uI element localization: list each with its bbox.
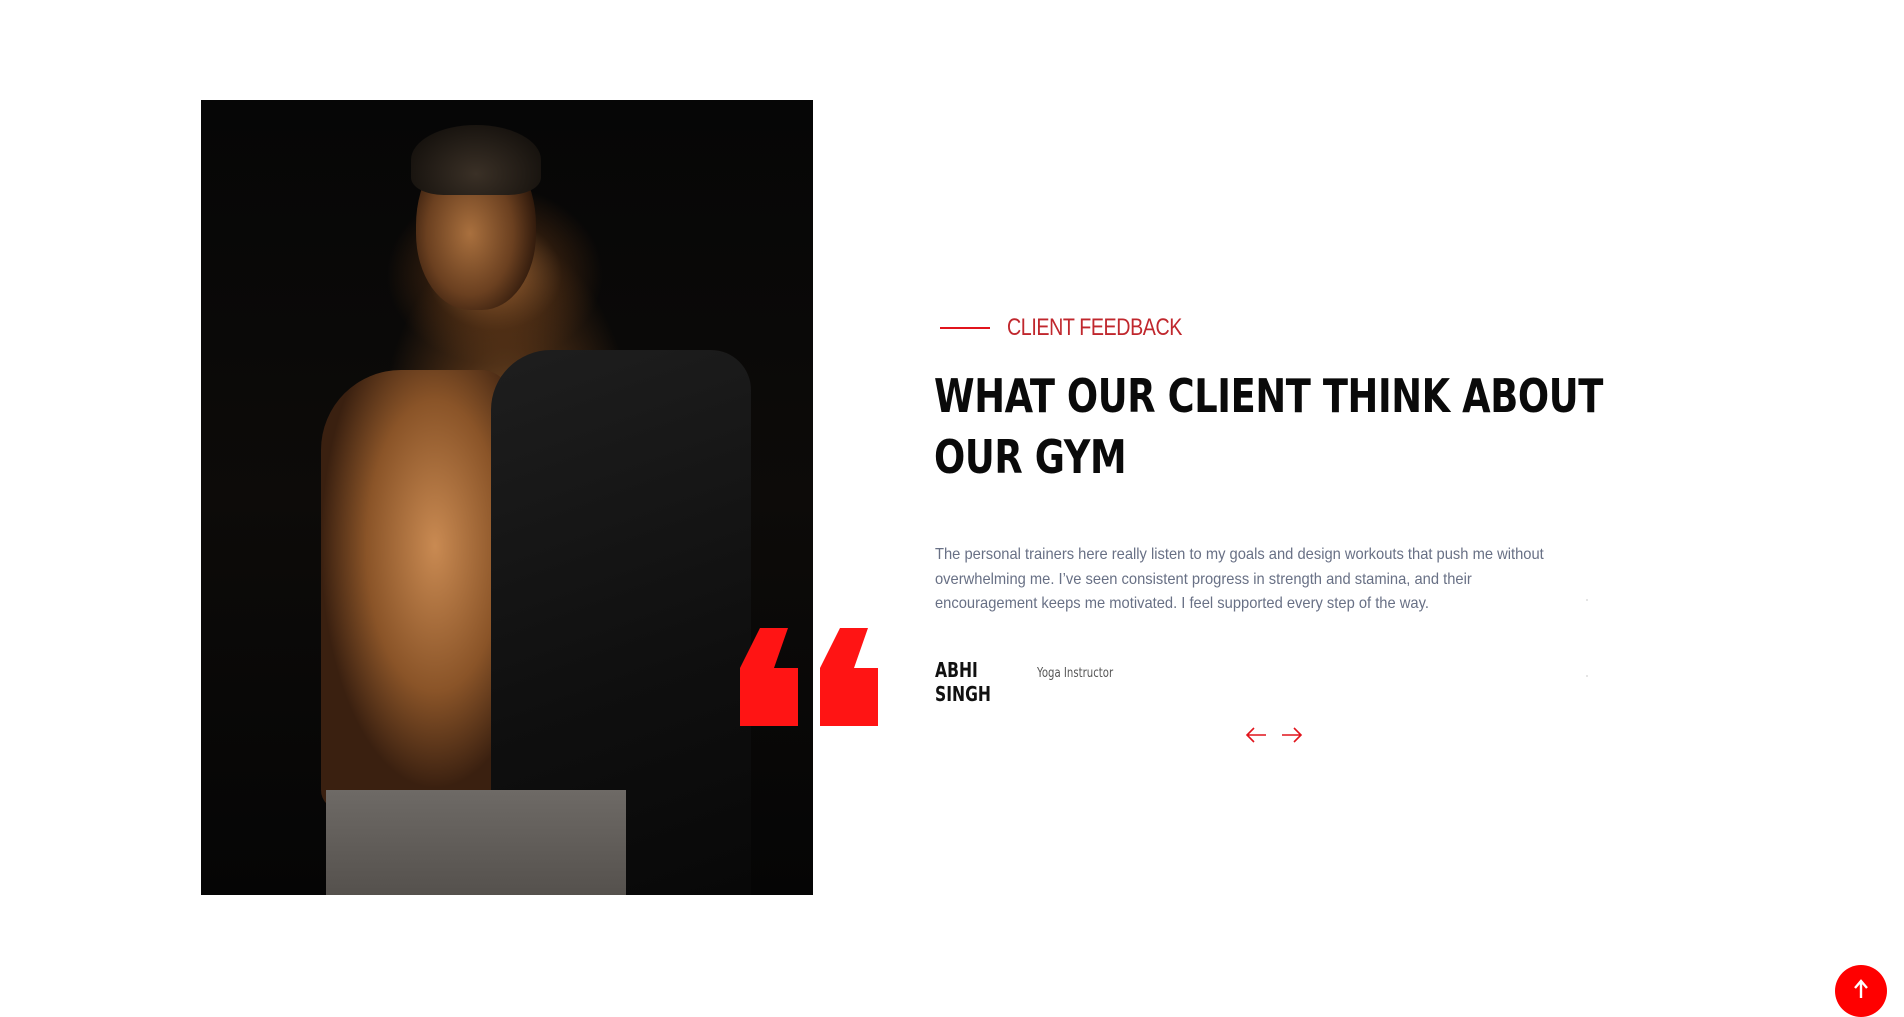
arrow-right-icon xyxy=(1282,727,1303,743)
photo-torso xyxy=(321,370,511,810)
section-heading: WHAT OUR CLIENT THINK ABOUT OUR GYM xyxy=(934,366,1634,488)
next-button[interactable] xyxy=(1281,725,1303,745)
eyebrow-line xyxy=(940,327,990,329)
heading-line-2: OUR GYM xyxy=(934,430,1127,484)
carousel-nav xyxy=(1245,725,1303,745)
prev-button[interactable] xyxy=(1245,725,1267,745)
author-role: Yoga Instructor xyxy=(1037,666,1114,681)
arrow-left-icon xyxy=(1245,727,1266,743)
carousel-dot xyxy=(1586,599,1588,601)
testimonial-text: The personal trainers here really listen… xyxy=(935,546,1544,612)
testimonial-author: ABHI SINGH Yoga Instructor xyxy=(935,658,1135,706)
quote-icon xyxy=(740,628,878,726)
section-eyebrow: CLIENT FEEDBACK xyxy=(940,313,1220,343)
heading-line-1: WHAT OUR CLIENT THINK ABOUT xyxy=(934,369,1603,423)
photo-pants xyxy=(326,790,626,895)
carousel-dot xyxy=(1586,675,1588,677)
eyebrow-label: CLIENT FEEDBACK xyxy=(1007,314,1183,341)
trainer-photo xyxy=(201,100,813,895)
author-name: ABHI SINGH xyxy=(935,658,991,706)
photo-hair xyxy=(411,125,541,195)
arrow-up-icon xyxy=(1854,979,1868,998)
scroll-to-top-button[interactable] xyxy=(1835,965,1887,1017)
